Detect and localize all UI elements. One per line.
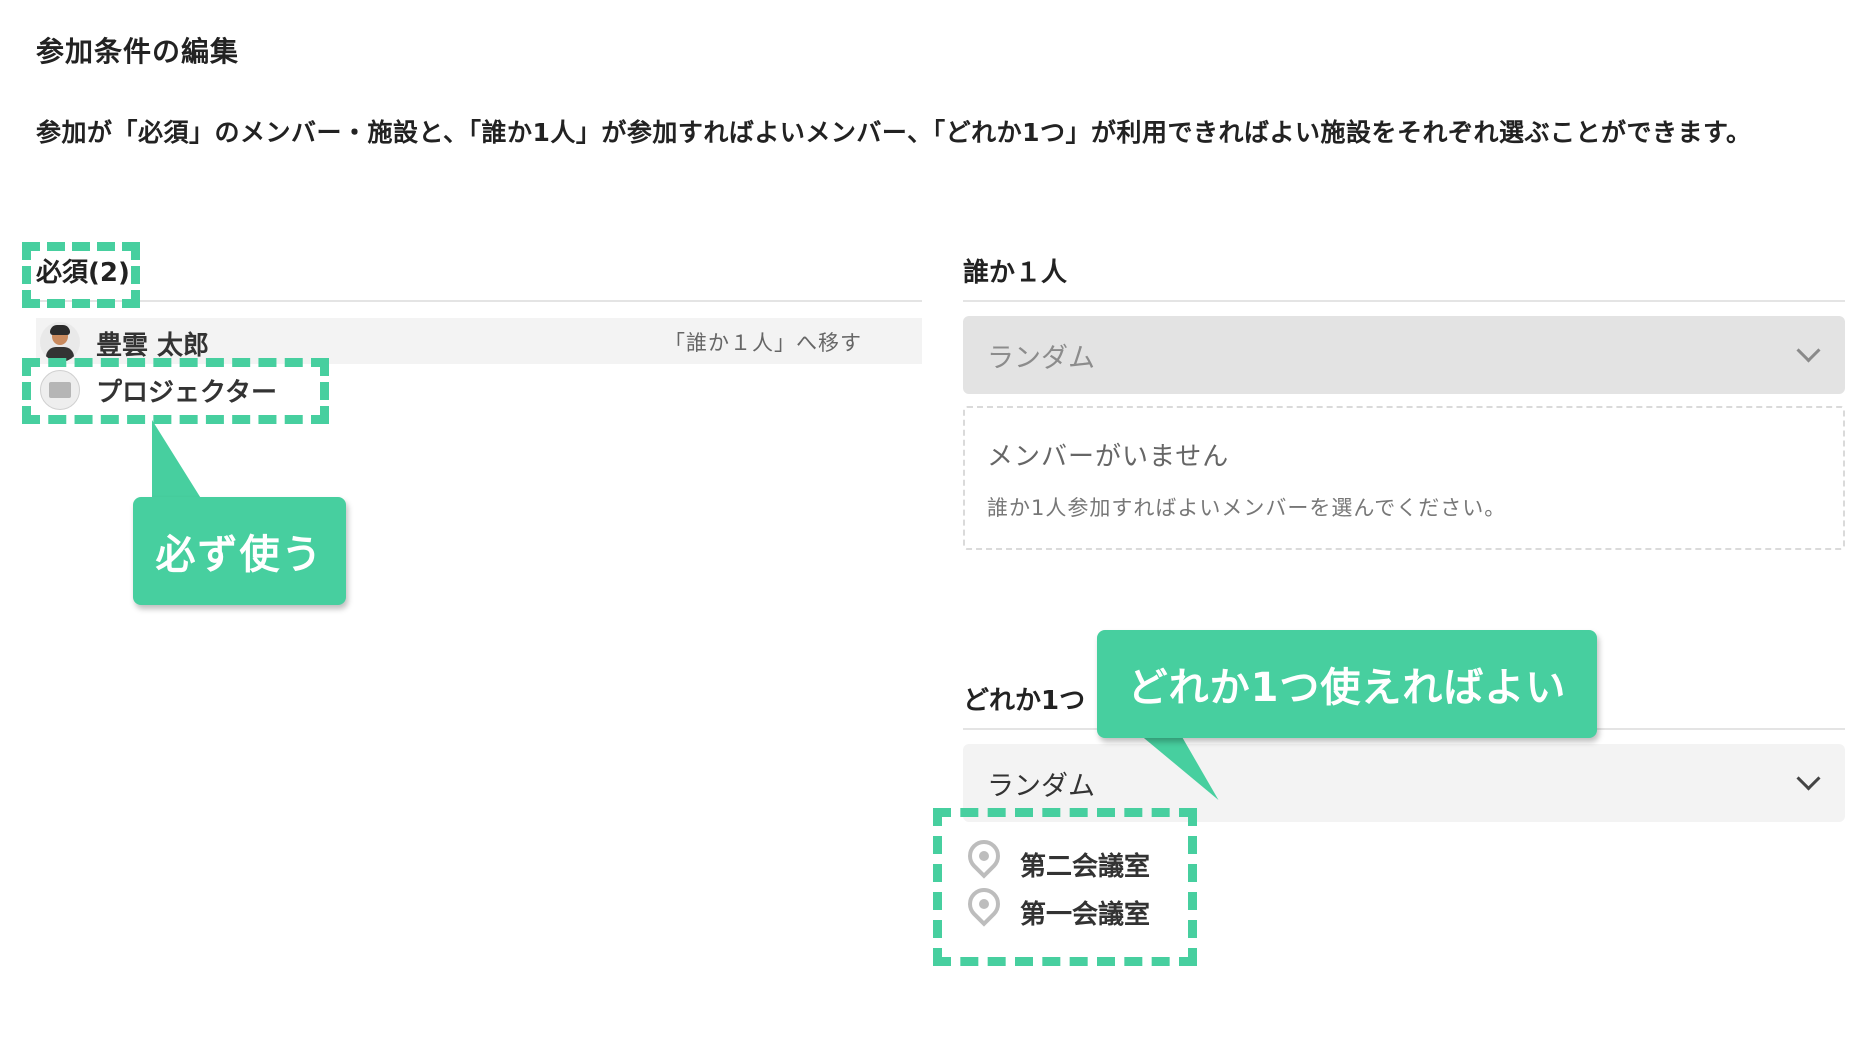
chevron-down-icon: [1796, 766, 1821, 791]
divider: [36, 300, 922, 302]
divider: [963, 300, 1845, 302]
empty-title: メンバーがいません: [987, 442, 1230, 472]
callout-tail: [152, 420, 202, 500]
callout-must-use: 必ず使う: [133, 497, 346, 605]
highlight-frame: [22, 358, 329, 424]
anyone-select: ランダム: [963, 316, 1845, 394]
empty-hint: 誰か1人参加すればよいメンバーを選んでください。: [987, 496, 1507, 520]
select-value: ランダム: [987, 770, 1095, 802]
highlight-frame: [22, 242, 140, 308]
callout-any-one: どれか1つ使えればよい: [1097, 630, 1597, 738]
avatar: [40, 322, 80, 362]
chevron-down-icon: [1796, 338, 1821, 363]
member-name: 豊雲 太郎: [96, 331, 210, 361]
move-to-anyone-link[interactable]: 「誰か１人」へ移す: [664, 327, 862, 357]
page-title: 参加条件の編集: [36, 35, 240, 68]
anyone-section-header: 誰か１人: [963, 258, 1068, 288]
highlight-frame: [933, 808, 1197, 966]
description-text: 参加が「必須」のメンバー・施設と、「誰か1人」が参加すればよいメンバー、「どれか…: [36, 118, 1752, 147]
select-value: ランダム: [987, 342, 1095, 374]
any-facility-section-header: どれか1つ: [963, 686, 1086, 716]
empty-member-panel: [963, 406, 1845, 550]
